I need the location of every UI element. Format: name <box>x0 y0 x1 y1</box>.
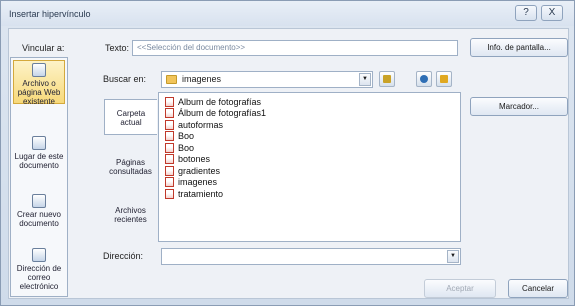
web-folder-icon <box>165 154 174 164</box>
web-folder-icon <box>165 97 174 107</box>
address-input[interactable]: ▼ <box>161 248 461 265</box>
browse-web-button[interactable] <box>416 71 432 87</box>
nav-existing-file-label: Archivo o página Web existente <box>17 79 61 106</box>
link-type-nav: Archivo o página Web existente Lugar de … <box>10 57 68 297</box>
nav-place-in-document[interactable]: Lugar de este documento <box>13 134 65 178</box>
text-label: Texto: <box>105 43 130 53</box>
help-button[interactable]: ? <box>515 5 537 21</box>
web-folder-icon <box>165 189 174 199</box>
browse-file-button[interactable] <box>436 71 452 87</box>
close-button[interactable]: X <box>541 5 563 21</box>
file-list[interactable]: Album de fotografías Álbum de fotografía… <box>158 92 461 242</box>
document-place-icon <box>32 136 46 150</box>
nav-new-document[interactable]: Crear nuevo documento <box>13 192 65 232</box>
open-folder-icon <box>440 75 448 83</box>
folder-icon <box>166 75 177 84</box>
chevron-down-icon[interactable]: ▼ <box>447 250 459 263</box>
look-in-label: Buscar en: <box>103 74 147 84</box>
tab-current-folder[interactable]: Carpeta actual <box>104 99 157 135</box>
list-item[interactable]: tratamiento <box>165 189 223 200</box>
tab-browsed-pages[interactable]: Páginas consultadas <box>104 153 157 183</box>
link-to-label: Vincular a: <box>22 43 65 53</box>
list-item[interactable]: imagenes <box>165 177 217 188</box>
web-folder-icon <box>165 166 174 176</box>
email-icon <box>32 248 46 262</box>
globe-page-icon <box>32 63 46 77</box>
web-folder-icon <box>165 131 174 141</box>
list-item[interactable]: botones <box>165 154 210 165</box>
tab-recent-files[interactable]: Archivos recientes <box>104 201 157 231</box>
list-item[interactable]: Album de fotografías <box>165 97 261 108</box>
bookmark-button[interactable]: Marcador... <box>470 97 568 116</box>
list-item[interactable]: autoformas <box>165 120 223 131</box>
dialog-title: Insertar hipervínculo <box>9 9 91 19</box>
look-in-value: imagenes <box>182 74 222 84</box>
nav-email-address-label: Dirección de correo electrónico <box>16 264 62 291</box>
title-bar: Insertar hipervínculo ? X <box>1 1 574 26</box>
insert-hyperlink-dialog: Insertar hipervínculo ? X Vincular a: Te… <box>0 0 575 306</box>
new-document-icon <box>32 194 46 208</box>
nav-email-address[interactable]: Dirección de correo electrónico <box>13 246 65 294</box>
chevron-down-icon[interactable]: ▼ <box>359 73 371 86</box>
globe-search-icon <box>420 75 428 83</box>
look-in-dropdown[interactable]: imagenes ▼ <box>161 71 373 88</box>
web-folder-icon <box>165 177 174 187</box>
nav-place-in-document-label: Lugar de este documento <box>14 152 64 170</box>
list-item[interactable]: gradientes <box>165 166 220 177</box>
nav-existing-file[interactable]: Archivo o página Web existente <box>13 60 65 106</box>
cancel-button[interactable]: Cancelar <box>508 279 568 298</box>
address-label: Dirección: <box>103 251 144 261</box>
up-folder-icon <box>383 75 391 83</box>
ok-button[interactable]: Aceptar <box>424 279 496 298</box>
text-to-display-input[interactable]: <<Selección del documento>> <box>132 40 458 56</box>
up-folder-button[interactable] <box>379 71 395 87</box>
web-folder-icon <box>165 120 174 130</box>
nav-new-document-label: Crear nuevo documento <box>16 210 62 228</box>
web-folder-icon <box>165 108 174 118</box>
list-item[interactable]: Álbum de fotografías1 <box>165 108 266 119</box>
list-item[interactable]: Boo <box>165 143 194 154</box>
web-folder-icon <box>165 143 174 153</box>
list-item[interactable]: Boo <box>165 131 194 142</box>
screen-tip-button[interactable]: Info. de pantalla... <box>470 38 568 57</box>
